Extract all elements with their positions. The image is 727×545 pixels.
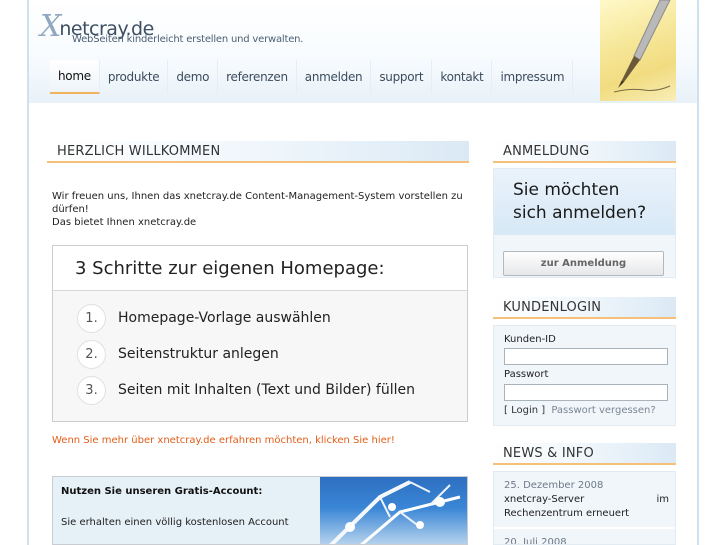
news-title-row: xnetcray-Server im — [504, 493, 669, 507]
news-title-line-2: Rechenzentrum erneuert — [504, 508, 630, 519]
steps-title: 3 Schritte zur eigenen Homepage: — [53, 246, 467, 291]
login-link[interactable]: [ Login ] — [504, 405, 545, 416]
gratis-text: Sie erhalten einen völlig kostenlosen Ac… — [61, 517, 289, 528]
fountain-pen-icon — [613, 0, 671, 93]
intro-text: Wir freuen uns, Ihnen das xnetcray.de Co… — [52, 190, 472, 229]
news-item[interactable]: 20. Juli 2008 — [504, 536, 669, 545]
step-text: Seiten mit Inhalten (Text und Bilder) fü… — [118, 382, 415, 398]
welcome-heading: HERZLICH WILLKOMMEN — [47, 141, 469, 163]
winter-tree-image — [320, 477, 467, 544]
nav-produkte[interactable]: produkte — [100, 60, 169, 94]
nav-anmelden[interactable]: anmelden — [297, 60, 372, 94]
passwort-label: Passwort — [504, 369, 549, 380]
passwort-input[interactable] — [504, 384, 668, 401]
step-item: 3. Seiten mit Inhalten (Text und Bilder)… — [77, 375, 415, 405]
news-date: 20. Juli 2008 — [504, 537, 567, 545]
page-frame-right — [697, 0, 699, 545]
step-text: Seitenstruktur anlegen — [118, 346, 279, 362]
more-info-link[interactable]: Wenn Sie mehr über xnetcray.de erfahren … — [52, 435, 395, 446]
nav-demo[interactable]: demo — [168, 60, 219, 94]
logo-x-mark: X — [40, 9, 62, 44]
step-text: Homepage-Vorlage auswählen — [118, 310, 331, 326]
gratis-account-panel: Nutzen Sie unseren Gratis-Account: Sie e… — [52, 476, 468, 545]
intro-line-1: Wir freuen uns, Ihnen das xnetcray.de Co… — [52, 191, 463, 215]
zur-anmeldung-button[interactable]: zur Anmeldung — [503, 251, 664, 276]
site-tagline: WebSeiten kinderleicht erstellen und ver… — [72, 34, 304, 45]
step-item: 1. Homepage-Vorlage auswählen — [77, 303, 331, 333]
news-title-cont: im — [656, 494, 669, 505]
promo-banner: Sie möchten sich anmelden? — [494, 169, 675, 235]
signup-promo: Sie möchten sich anmelden? zur Anmeldung — [493, 168, 676, 278]
intro-line-2: Das bietet Ihnen xnetcray.de — [52, 217, 197, 228]
kunden-id-label: Kunden-ID — [504, 334, 556, 345]
nav-kontakt[interactable]: kontakt — [432, 60, 493, 94]
nav-impressum[interactable]: impressum — [492, 60, 574, 94]
news-divider — [494, 527, 675, 529]
step-item: 2. Seitenstruktur anlegen — [77, 339, 279, 369]
news-date: 25. Dezember 2008 — [504, 480, 604, 491]
step-number: 2. — [77, 339, 106, 369]
news-heading: NEWS & INFO — [493, 443, 676, 465]
kunden-id-input[interactable] — [504, 348, 668, 365]
step-number: 3. — [77, 375, 106, 405]
steps-panel: 3 Schritte zur eigenen Homepage: 1. Home… — [52, 245, 468, 422]
customer-login-form: Kunden-ID Passwort [ Login ] Passwort ve… — [493, 325, 676, 426]
anmeldung-heading: ANMELDUNG — [493, 141, 676, 163]
news-item[interactable]: 25. Dezember 2008 xnetcray-Server im Rec… — [504, 479, 669, 521]
login-links: [ Login ] Passwort vergessen? — [504, 405, 656, 416]
fountain-pen-illustration — [600, 0, 676, 101]
promo-text: Sie möchten sich anmelden? — [513, 179, 646, 225]
promo-line-1: Sie möchten — [513, 180, 620, 200]
news-list: 25. Dezember 2008 xnetcray-Server im Rec… — [493, 471, 676, 545]
forgot-password-link[interactable]: Passwort vergessen? — [551, 405, 655, 416]
step-number: 1. — [77, 303, 106, 333]
kundenlogin-heading: KUNDENLOGIN — [493, 297, 676, 319]
news-title: xnetcray-Server — [504, 494, 585, 505]
nav-home[interactable]: home — [50, 60, 100, 94]
promo-line-2: sich anmelden? — [513, 203, 647, 223]
nav-support[interactable]: support — [371, 60, 433, 94]
gratis-heading: Nutzen Sie unseren Gratis-Account: — [61, 486, 263, 497]
snowy-branches-icon — [329, 480, 461, 544]
main-navigation: home produkte demo referenzen anmelden s… — [50, 60, 574, 94]
nav-referenzen[interactable]: referenzen — [218, 60, 297, 94]
